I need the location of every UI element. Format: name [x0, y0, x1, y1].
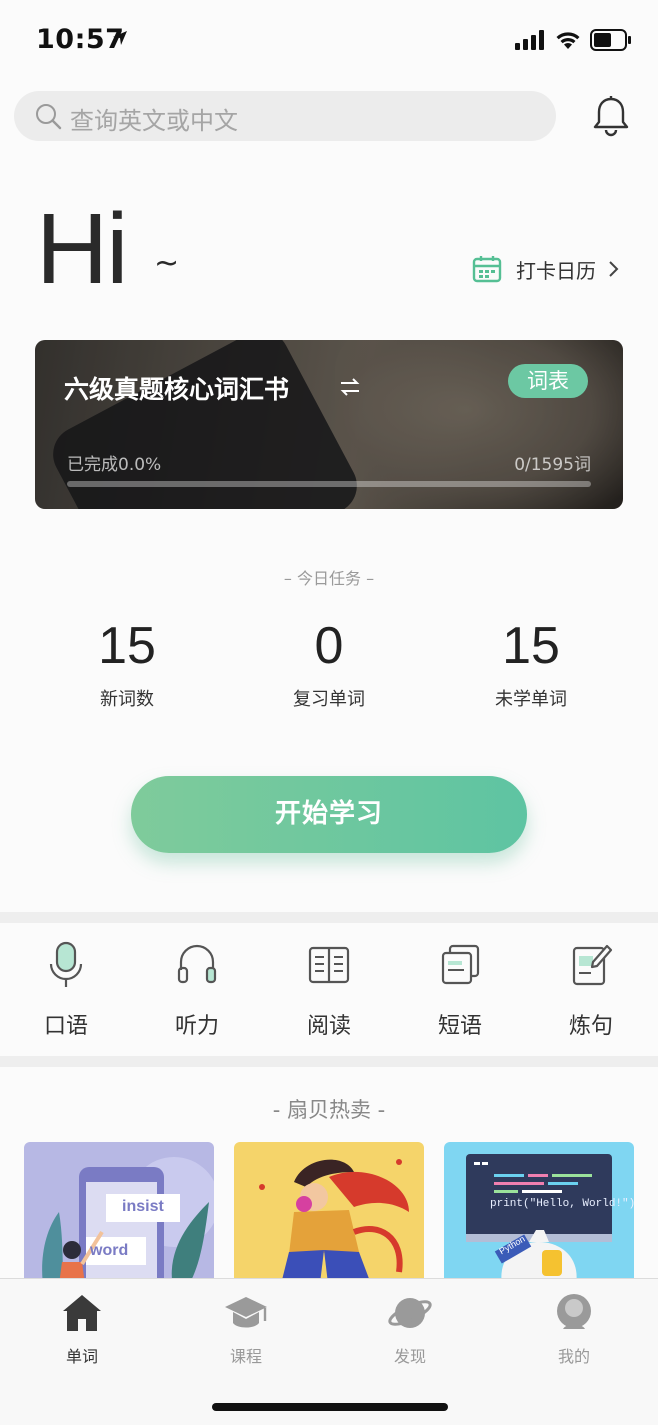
calendar-label: 打卡日历: [516, 259, 596, 283]
greeting-tilde: ~: [154, 246, 180, 281]
cards-icon: [441, 944, 480, 985]
stat-unlearned-words: 15 未学单词: [431, 615, 631, 711]
search-placeholder: 查询英文或中文: [70, 107, 238, 135]
course-word-insist: insist: [122, 1198, 164, 1215]
course-word-word: word: [90, 1242, 129, 1259]
edit-note-icon: [572, 944, 613, 986]
stat-value: 15: [98, 617, 156, 675]
wordbook-word-count: 0/1595词: [514, 455, 591, 475]
course-card-python[interactable]: print("Hello, World!") Python: [444, 1142, 634, 1292]
tab-courses[interactable]: 课程: [186, 1291, 306, 1367]
feature-label: 炼句: [568, 1014, 613, 1039]
stat-new-words: 15 新词数: [27, 615, 227, 711]
stat-label: 未学单词: [495, 689, 567, 710]
tab-words[interactable]: 单词: [22, 1291, 142, 1367]
tab-label: 我的: [557, 1347, 590, 1366]
book-open-icon: [308, 946, 350, 984]
course-code-sample: print("Hello, World!"): [490, 1198, 634, 1210]
feature-phrases[interactable]: 短语: [410, 940, 510, 1040]
tab-label: 课程: [229, 1347, 262, 1366]
greeting-title: Hi: [36, 193, 128, 305]
stat-value: 0: [314, 617, 344, 675]
wordbook-card[interactable]: 六级真题核心词汇书 词表 已完成0.0% 0/1595词: [35, 340, 623, 509]
section-divider: [0, 1056, 658, 1067]
feature-label: 阅读: [306, 1014, 351, 1039]
profile-icon: [557, 1294, 591, 1329]
section-divider: [0, 912, 658, 923]
stat-label: 新词数: [100, 689, 154, 710]
course-illustration-warrior: [259, 1159, 409, 1292]
headphones-icon: [177, 944, 217, 984]
graduation-cap-icon: [225, 1297, 267, 1328]
switch-arrows-icon[interactable]: [339, 377, 361, 397]
microphone-icon: [49, 941, 83, 987]
calendar-icon: [472, 256, 502, 283]
tab-discover[interactable]: 发现: [350, 1291, 470, 1367]
search-icon: [36, 104, 62, 130]
course-illustration-python: [466, 1154, 612, 1292]
chevron-right-icon: [609, 261, 619, 277]
hot-sales-heading: - 扇贝热卖 -: [272, 1098, 386, 1122]
home-indicator: [212, 1403, 448, 1411]
feature-label: 听力: [174, 1014, 219, 1039]
today-tasks-heading: – 今日任务 –: [283, 569, 375, 588]
home-icon: [63, 1295, 101, 1331]
feature-reading[interactable]: 阅读: [279, 940, 379, 1040]
bell-icon[interactable]: [592, 95, 630, 137]
course-illustration-words: [42, 1157, 214, 1292]
stat-value: 15: [502, 617, 560, 675]
wordbook-progress-text: 已完成0.0%: [67, 455, 162, 475]
tab-label: 发现: [393, 1347, 426, 1366]
wordbook-progress-bar: [67, 481, 591, 487]
feature-label: 短语: [437, 1014, 482, 1039]
tab-label: 单词: [65, 1347, 98, 1366]
wordlist-button[interactable]: 词表: [508, 364, 588, 398]
tab-profile[interactable]: 我的: [514, 1291, 634, 1367]
start-learning-button[interactable]: 开始学习: [131, 776, 527, 853]
feature-listening[interactable]: 听力: [147, 940, 247, 1040]
battery-icon: [590, 29, 631, 51]
wordbook-title: 六级真题核心词汇书: [64, 375, 290, 404]
cellular-signal-icon: [515, 30, 544, 50]
stat-label: 复习单词: [293, 689, 365, 710]
course-card-words[interactable]: insist word: [24, 1142, 214, 1292]
course-card-chinese-style[interactable]: [234, 1142, 424, 1292]
stat-review-words: 0 复习单词: [229, 615, 429, 711]
feature-label: 口语: [43, 1014, 88, 1039]
planet-icon: [388, 1298, 432, 1328]
feature-sentences[interactable]: 炼句: [541, 940, 641, 1040]
status-bar: 10:57: [0, 0, 658, 80]
feature-speaking[interactable]: 口语: [16, 940, 116, 1040]
wifi-icon: [556, 32, 580, 49]
location-arrow-icon: [113, 31, 127, 45]
search-input[interactable]: 查询英文或中文: [14, 91, 556, 141]
